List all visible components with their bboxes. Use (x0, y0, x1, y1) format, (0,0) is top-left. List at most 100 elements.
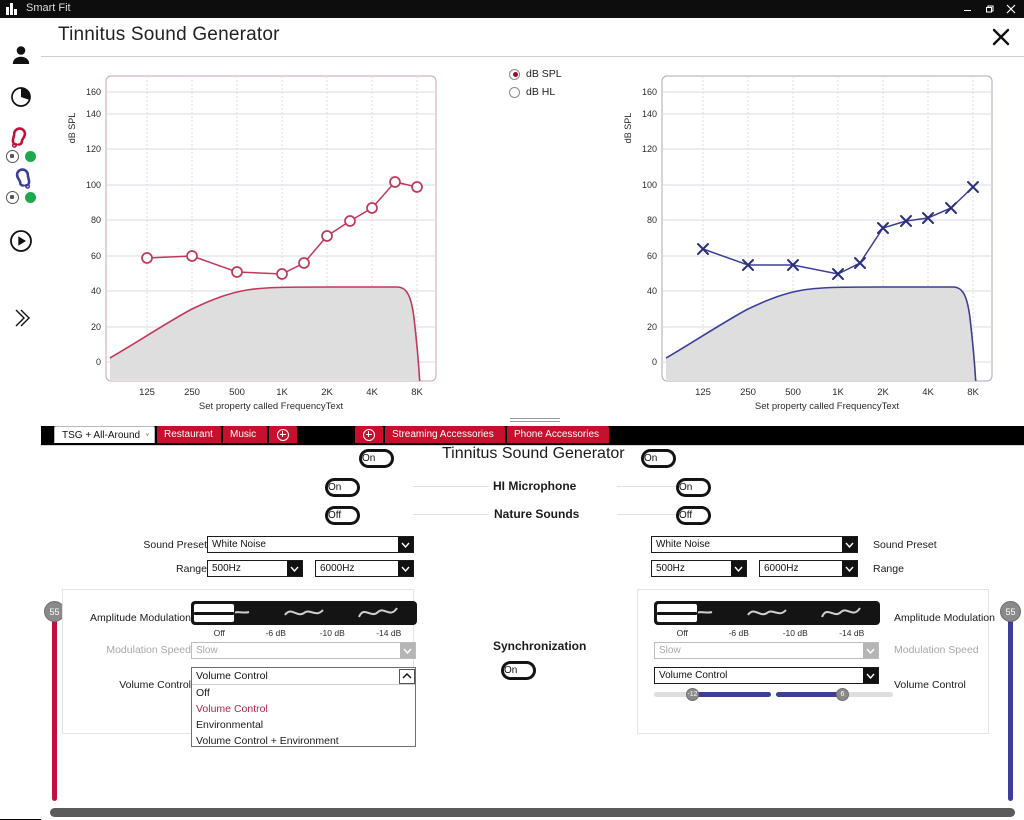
volume-control-select-right[interactable]: Volume Control (654, 667, 879, 684)
sound-preset-label-right: Sound Preset (873, 539, 937, 551)
page-title: Tinnitus Sound Generator (58, 24, 280, 45)
sound-preset-select-right[interactable]: White Noise (651, 536, 858, 553)
am-option-10db[interactable] (267, 603, 341, 623)
chevron-down-icon (842, 561, 857, 576)
sound-preset-select-left[interactable]: White Noise (207, 536, 414, 553)
radio-indicator (509, 68, 520, 80)
radio-label: dB HL (526, 86, 556, 98)
svg-text:60: 60 (647, 251, 657, 261)
tinnitus-settings-pane: 55 55 On Off Tinnitus Sound Generator On… (41, 445, 1024, 820)
volume-control-slider-high-right[interactable]: 6 (776, 688, 893, 701)
svg-text:1K: 1K (276, 387, 288, 398)
svg-text:100: 100 (642, 180, 657, 190)
synchronization-label: Synchronization (493, 639, 587, 653)
svg-text:100: 100 (86, 180, 101, 190)
range-high-select-right[interactable]: 6000Hz (759, 560, 858, 577)
mute-icon[interactable] (5, 190, 19, 204)
page-close-button[interactable] (988, 24, 1014, 50)
svg-text:2K: 2K (877, 387, 889, 398)
amplitude-modulation-labels-right: Off -6 dB -10 dB -14 dB (654, 628, 880, 638)
svg-text:120: 120 (86, 144, 101, 154)
tab-program-music[interactable]: Music (223, 426, 267, 443)
application-window: Smart Fit Tinnitus Sound Generator dB SP… (0, 0, 1024, 820)
dropdown-option-environmental[interactable]: Environmental (192, 717, 415, 733)
window-titlebar: Smart Fit (0, 0, 1024, 18)
am-option-14db[interactable] (341, 603, 415, 623)
smart-fit-logo-icon (6, 3, 20, 15)
range-low-select-left[interactable]: 500Hz (207, 560, 303, 577)
window-maximize-button[interactable] (978, 0, 1000, 18)
slider-knob[interactable]: 55 (1000, 601, 1021, 622)
range-high-select-left[interactable]: 6000Hz (315, 560, 414, 577)
am-label: -6 dB (728, 628, 749, 638)
modulation-speed-select-left[interactable]: Slow (191, 642, 416, 659)
slider-knob[interactable]: 6 (836, 688, 849, 701)
toggle-nature-sounds-left[interactable]: On Off (325, 505, 360, 525)
chevron-up-icon[interactable] (399, 668, 415, 684)
amplitude-modulation-right[interactable] (654, 601, 880, 625)
toggle-hi-microphone-left[interactable]: On Off (325, 477, 360, 497)
am-option-10db[interactable] (730, 603, 804, 623)
toggle-tsg-right[interactable]: On Off (641, 448, 676, 468)
right-master-level-slider[interactable]: 55 (1000, 601, 1021, 801)
sidebar-item-client[interactable] (0, 40, 41, 74)
chevrons-right-icon (11, 307, 31, 334)
svg-text:0: 0 (652, 357, 657, 367)
play-icon (9, 229, 33, 258)
dropdown-option-volume-control[interactable]: Volume Control (192, 701, 415, 717)
toggle-nature-sounds-right[interactable]: On Off (676, 505, 711, 525)
sidebar-item-expand[interactable] (0, 303, 41, 337)
toggle-off-label: Off (678, 508, 709, 523)
svg-text:20: 20 (91, 322, 101, 332)
toggle-tsg-left[interactable]: On Off (359, 448, 394, 468)
tab-streaming-accessories[interactable]: Streaming Accessories (385, 426, 505, 443)
splitter-grip-icon (510, 418, 560, 423)
horizontal-scrollbar[interactable] (50, 808, 1015, 817)
window-minimize-button[interactable] (956, 0, 978, 18)
chart-right-ear[interactable]: 0 20 40 60 80 100 120 140 160 dB SPL 125… (617, 68, 1007, 423)
tab-program-tsg-all-around[interactable]: TSG + All-Around ᵛ (54, 426, 155, 443)
mute-icon[interactable] (5, 149, 19, 163)
panel-splitter[interactable] (41, 416, 1024, 426)
am-option-14db[interactable] (804, 603, 878, 623)
window-close-button[interactable] (1000, 0, 1022, 18)
dropdown-selected-value: Volume Control (196, 670, 268, 682)
radio-db-spl[interactable]: dB SPL (509, 66, 605, 82)
svg-text:dB SPL: dB SPL (67, 113, 77, 144)
svg-text:125: 125 (139, 387, 155, 398)
am-option-off[interactable] (656, 603, 698, 623)
hi-microphone-caption: HI Microphone (493, 479, 577, 493)
add-accessory-icon (363, 428, 375, 441)
tab-program-restaurant[interactable]: Restaurant (157, 426, 221, 443)
volume-control-slider-low-right[interactable]: -12 (654, 688, 771, 701)
program-tab-strip: TSG + All-Around ᵛ Restaurant Music Stre… (41, 426, 1024, 445)
dropdown-option-off[interactable]: Off (192, 685, 415, 701)
modulation-speed-select-right[interactable]: Slow (654, 642, 879, 659)
radio-db-hl[interactable]: dB HL (509, 84, 605, 100)
slider-knob[interactable]: -12 (686, 688, 699, 701)
pie-progress-icon (10, 86, 32, 113)
flat-line-icon (194, 611, 234, 615)
am-label: -14 dB (376, 628, 402, 638)
tab-phone-accessories[interactable]: Phone Accessories (507, 426, 609, 443)
sidebar-item-progress[interactable] (0, 82, 41, 116)
dropdown-option-volume-control-environment[interactable]: Volume Control + Environment (192, 733, 415, 749)
range-low-select-right[interactable]: 500Hz (651, 560, 747, 577)
toggle-hi-microphone-right[interactable]: On Off (676, 477, 711, 497)
svg-text:140: 140 (642, 109, 657, 119)
tab-add-accessory-button[interactable] (355, 426, 383, 443)
svg-text:160: 160 (642, 87, 657, 97)
chevron-down-icon (400, 643, 415, 658)
select-value: 6000Hz (320, 563, 355, 574)
svg-text:Set property called FrequencyT: Set property called FrequencyText (755, 401, 900, 412)
volume-control-dropdown-left[interactable]: Volume Control Off Volume Control Enviro… (191, 667, 416, 747)
amplitude-modulation-left[interactable] (191, 601, 417, 625)
am-option-off[interactable] (193, 603, 235, 623)
tab-add-program-button[interactable] (269, 426, 297, 443)
left-master-level-slider[interactable]: 55 (44, 601, 65, 801)
toggle-synchronization[interactable]: On Off (501, 660, 536, 680)
tsg-row-caption: Tinnitus Sound Generator (442, 445, 625, 462)
chart-left-ear[interactable]: 0 20 40 60 80 100 120 140 160 dB SPL 125… (61, 68, 451, 423)
svg-text:120: 120 (642, 144, 657, 154)
sidebar-item-play[interactable] (0, 226, 41, 260)
